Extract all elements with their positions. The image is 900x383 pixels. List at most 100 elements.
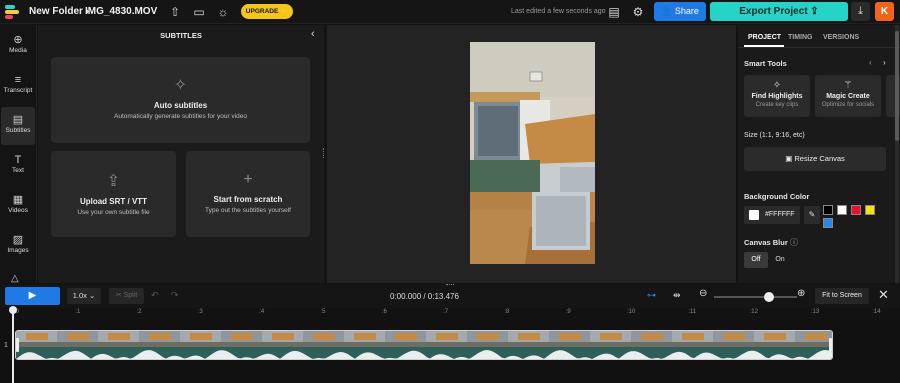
rail-label-text: Text: [12, 167, 24, 174]
swatch-blue[interactable]: [823, 218, 833, 228]
lightbulb-icon[interactable]: ☼: [216, 5, 230, 19]
scroll-left-icon[interactable]: ‹: [869, 58, 872, 67]
auto-subtitles-desc: Automatically generate subtitles for you…: [114, 113, 247, 120]
scroll-right-icon[interactable]: ›: [883, 58, 886, 67]
clip-trim-handle-left[interactable]: [16, 338, 19, 352]
ruler-tick: :6: [381, 309, 387, 315]
fit-to-screen-button[interactable]: Fit to Screen: [815, 288, 869, 304]
elements-icon[interactable]: △: [11, 273, 19, 284]
rail-label-media: Media: [9, 47, 27, 54]
comments-icon[interactable]: ▤: [607, 5, 621, 19]
download-icon[interactable]: ⤓: [851, 2, 870, 21]
background-color-value: #FFFFFF: [765, 211, 795, 218]
subtitles-icon: ▤: [12, 114, 24, 126]
add-person-icon: 👤: [661, 6, 675, 16]
timeline-ruler[interactable]: :0:1:2:3:4:5:6:7:8:9:10:11:12:13:14: [0, 308, 900, 322]
scratch-desc: Type out the subtitles yourself: [205, 207, 291, 214]
eyedropper-icon[interactable]: ✎: [804, 206, 820, 224]
start-from-scratch-card[interactable]: + Start from scratch Type out the subtit…: [186, 151, 310, 237]
undo-icon[interactable]: ↶: [151, 290, 159, 301]
rail-item-media[interactable]: ⊕ Media: [1, 27, 35, 65]
swatch-white[interactable]: [837, 205, 847, 215]
auto-subtitles-title: Auto subtitles: [153, 101, 208, 110]
ruler-tick: :10: [627, 309, 636, 315]
clip-thumbnails: [16, 331, 832, 359]
export-project-button[interactable]: Export Project ⇪: [710, 2, 848, 21]
rail-item-transcript[interactable]: ≡ Transcript: [1, 67, 35, 105]
app-logo[interactable]: [5, 4, 21, 20]
upgrade-button[interactable]: UPGRADE ⚡: [241, 4, 293, 19]
rail-label-videos: Videos: [8, 207, 28, 214]
background-color-field[interactable]: #FFFFFF: [744, 206, 800, 224]
split-button[interactable]: ✂ Split: [109, 288, 144, 304]
upload-srt-title: Upload SRT / VTT: [79, 197, 148, 206]
playback-speed-select[interactable]: 1.0x ⌄: [67, 288, 101, 304]
ruler-tick: :3: [197, 309, 203, 315]
magic-create-card[interactable]: ⚚ Magic Create Optimize for socials: [815, 75, 881, 117]
ruler-tick: :13: [810, 309, 820, 315]
subtitles-toggle-icon[interactable]: ▭: [192, 5, 206, 19]
ruler-tick: :4: [259, 309, 265, 315]
find-highlights-title: Find Highlights: [751, 93, 803, 100]
playhead-knob[interactable]: [9, 306, 17, 314]
gear-icon[interactable]: ⚙: [631, 5, 645, 19]
rail-item-subtitles[interactable]: ▤ Subtitles: [1, 107, 35, 145]
playhead[interactable]: [12, 308, 14, 383]
panel-scrollbar[interactable]: [895, 25, 899, 283]
panel-resize-handle[interactable]: [323, 148, 326, 158]
close-icon[interactable]: ✕: [878, 287, 889, 303]
rail-label-transcript: Transcript: [3, 87, 33, 94]
left-rail: ⊕ Media ≡ Transcript ▤ Subtitles T Text …: [0, 25, 37, 284]
videos-icon: ▦: [12, 194, 24, 206]
rail-item-videos[interactable]: ▦ Videos: [1, 187, 35, 225]
snap-icon[interactable]: ⊶: [647, 290, 656, 301]
video-clip[interactable]: [15, 330, 833, 360]
user-avatar[interactable]: K: [875, 2, 894, 21]
breadcrumb-folder[interactable]: New Folder ›: [29, 6, 89, 17]
blur-off-toggle[interactable]: Off: [744, 252, 768, 268]
images-icon: ▨: [12, 234, 24, 246]
tab-divider: [738, 47, 900, 48]
project-filename[interactable]: IMG_4830.MOV: [85, 6, 157, 17]
upload-srt-card[interactable]: ⇪ Upload SRT / VTT Use your own subtitle…: [51, 151, 176, 237]
swatch-black[interactable]: [823, 205, 833, 215]
ruler-tick: :11: [688, 309, 697, 315]
text-icon: T: [14, 154, 22, 166]
tab-versions[interactable]: VERSIONS: [823, 34, 859, 41]
timeline-resize-handle[interactable]: [446, 284, 454, 286]
video-preview[interactable]: [470, 42, 595, 264]
rail-item-text[interactable]: T Text: [1, 147, 35, 185]
play-button[interactable]: ▶: [5, 287, 60, 305]
tab-project[interactable]: PROJECT: [748, 34, 781, 41]
rail-item-images[interactable]: ▨ Images: [1, 227, 35, 265]
background-color-label: Background Color: [744, 192, 810, 201]
share-label: Share: [674, 6, 699, 16]
zoom-slider-knob[interactable]: [763, 292, 774, 302]
help-icon[interactable]: ⓘ: [790, 237, 798, 248]
fit-width-icon[interactable]: ⇹: [673, 290, 681, 301]
smart-tools-label: Smart Tools: [744, 59, 787, 68]
zoom-slider-track[interactable]: [714, 296, 797, 298]
blur-on-toggle[interactable]: On: [770, 252, 790, 268]
ruler-tick: :9: [565, 309, 571, 315]
swatch-red[interactable]: [851, 205, 861, 215]
auto-subtitles-card[interactable]: ✧ Auto subtitles Automatically generate …: [51, 57, 310, 143]
collapse-panel-icon[interactable]: ‹: [311, 28, 315, 40]
zoom-out-icon[interactable]: ⊖: [699, 288, 707, 299]
resize-canvas-button[interactable]: ▣ Resize Canvas: [744, 147, 886, 171]
tab-timing[interactable]: TIMING: [788, 34, 813, 41]
scrollbar-thumb[interactable]: [895, 31, 899, 141]
zoom-in-icon[interactable]: ⊕: [797, 288, 805, 299]
redo-icon[interactable]: ↷: [171, 290, 179, 301]
ruler-tick: :14: [872, 309, 881, 315]
share-upload-icon[interactable]: ⇧: [168, 5, 182, 19]
last-edited-status: Last edited a few seconds ago: [511, 8, 606, 15]
share-button[interactable]: 👤 Share: [654, 2, 706, 21]
timecode: 0:00.000 / 0:13.476: [390, 292, 459, 301]
find-highlights-card[interactable]: ✧ Find Highlights Create key clips: [744, 75, 810, 117]
swatch-yellow[interactable]: [865, 205, 875, 215]
upload-srt-desc: Use your own subtitle file: [77, 209, 150, 216]
sparkle-icon: ✧: [173, 77, 188, 94]
highlights-sparkle-icon: ✧: [772, 80, 782, 91]
clip-trim-handle-right[interactable]: [829, 338, 832, 352]
